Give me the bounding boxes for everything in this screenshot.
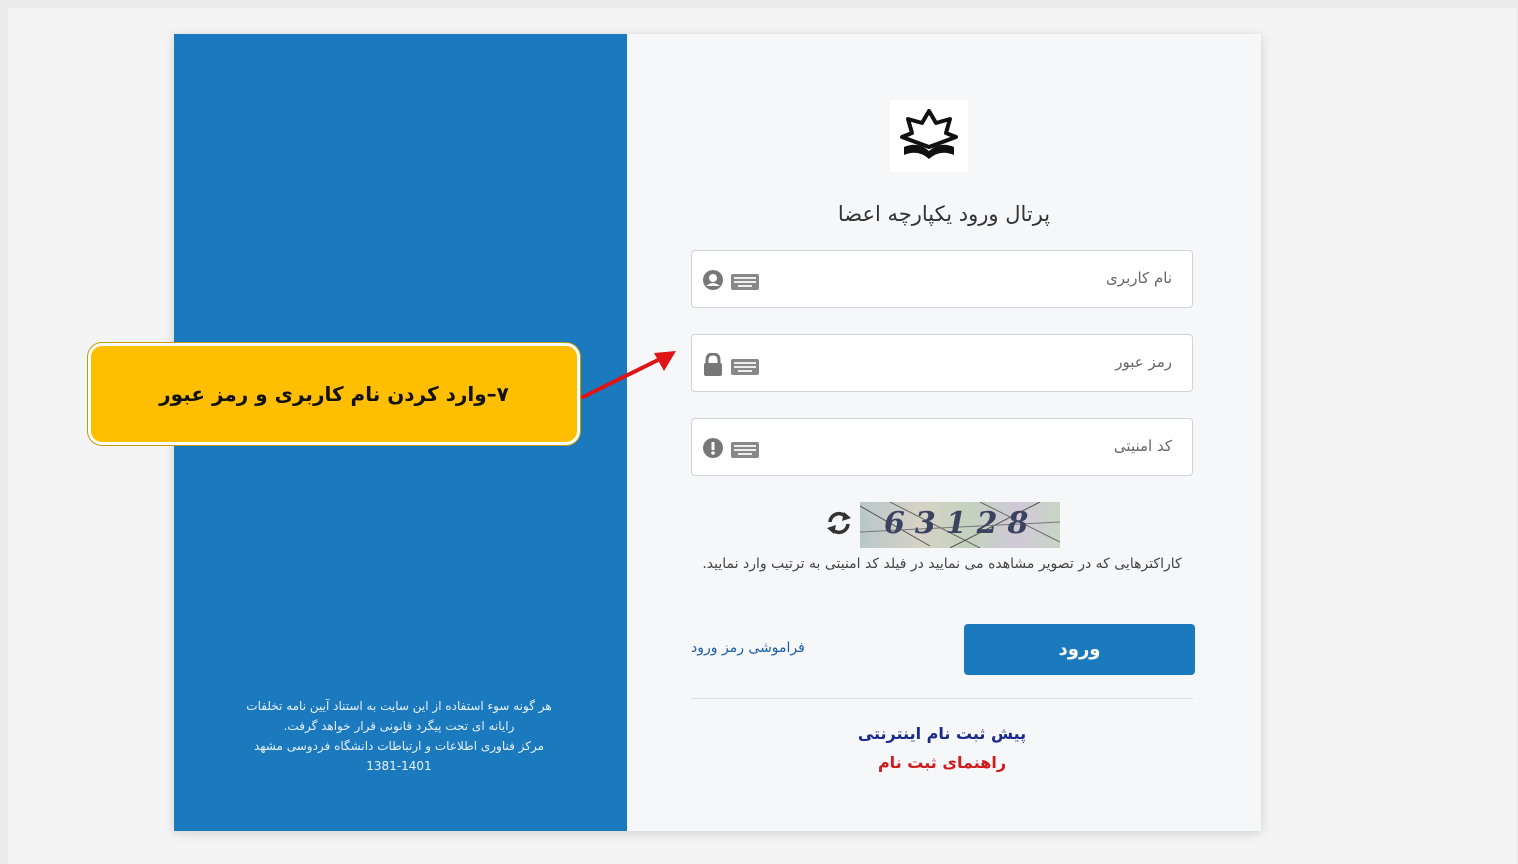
forgot-password-link[interactable]: فراموشی رمز ورود [691, 640, 805, 656]
pre-registration-link[interactable]: پیش ثبت نام اینترنتی [774, 724, 1110, 743]
captcha-hint: کاراکترهایی که در تصویر مشاهده می نمایید… [702, 556, 1182, 572]
captcha-row: 63128 [824, 502, 1060, 548]
captcha-code: 63128 [884, 506, 1039, 541]
lock-icon [702, 352, 724, 381]
security-code-field[interactable]: کد امنیتی [691, 418, 1193, 476]
password-field[interactable]: رمز عبور [691, 334, 1193, 392]
copyright-footer: هر گونه سوء استفاده از این سایت به استنا… [204, 696, 594, 776]
username-placeholder: نام کاربری [1106, 269, 1172, 287]
username-field[interactable]: نام کاربری [691, 250, 1193, 308]
portal-title: پرتال ورود یکپارچه اعضا [837, 202, 1051, 226]
footer-line-1: هر گونه سوء استفاده از این سایت به استنا… [246, 699, 552, 713]
footer-line-2: رایانه ای تحت پیگرد قانونی قرار خواهد گر… [283, 719, 515, 733]
refresh-icon[interactable] [824, 510, 854, 540]
lotus-book-icon [890, 100, 968, 172]
annotation-text: ۷–وارد کردن نام کاربری و رمز عبور [159, 382, 509, 406]
user-icon [702, 269, 724, 295]
divider [691, 698, 1193, 699]
footer-line-3: مرکز فناوری اطلاعات و ارتباطات دانشگاه ف… [253, 739, 545, 753]
captcha-image: 63128 [860, 502, 1060, 548]
footer-years: 1381-1401 [366, 759, 432, 773]
login-button[interactable]: ورود [964, 624, 1195, 675]
keyboard-icon[interactable] [730, 441, 760, 459]
exclamation-icon [702, 437, 724, 463]
keyboard-icon[interactable] [730, 358, 760, 376]
registration-guide-link[interactable]: راهنمای ثبت نام [774, 753, 1110, 772]
annotation-callout: ۷–وارد کردن نام کاربری و رمز عبور [88, 343, 580, 445]
security-code-placeholder: کد امنیتی [1113, 437, 1172, 455]
keyboard-icon[interactable] [730, 273, 760, 291]
red-arrow-icon [581, 351, 676, 399]
password-placeholder: رمز عبور [1115, 353, 1172, 371]
